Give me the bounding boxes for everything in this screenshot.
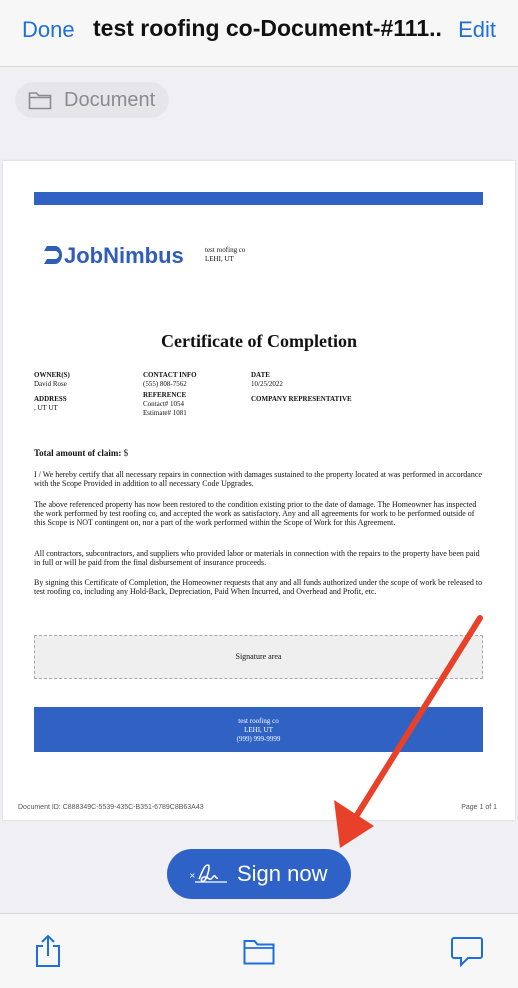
bottom-toolbar — [0, 913, 518, 988]
share-icon[interactable] — [34, 934, 62, 968]
sign-now-label: Sign now — [237, 861, 328, 886]
comment-icon[interactable] — [451, 936, 483, 968]
sign-now-button[interactable]: × Sign now — [167, 849, 351, 899]
folder-icon[interactable] — [243, 938, 275, 966]
annotation-arrow-icon — [334, 615, 483, 848]
signature-icon: × — [189, 864, 227, 883]
svg-text:×: × — [189, 871, 196, 880]
